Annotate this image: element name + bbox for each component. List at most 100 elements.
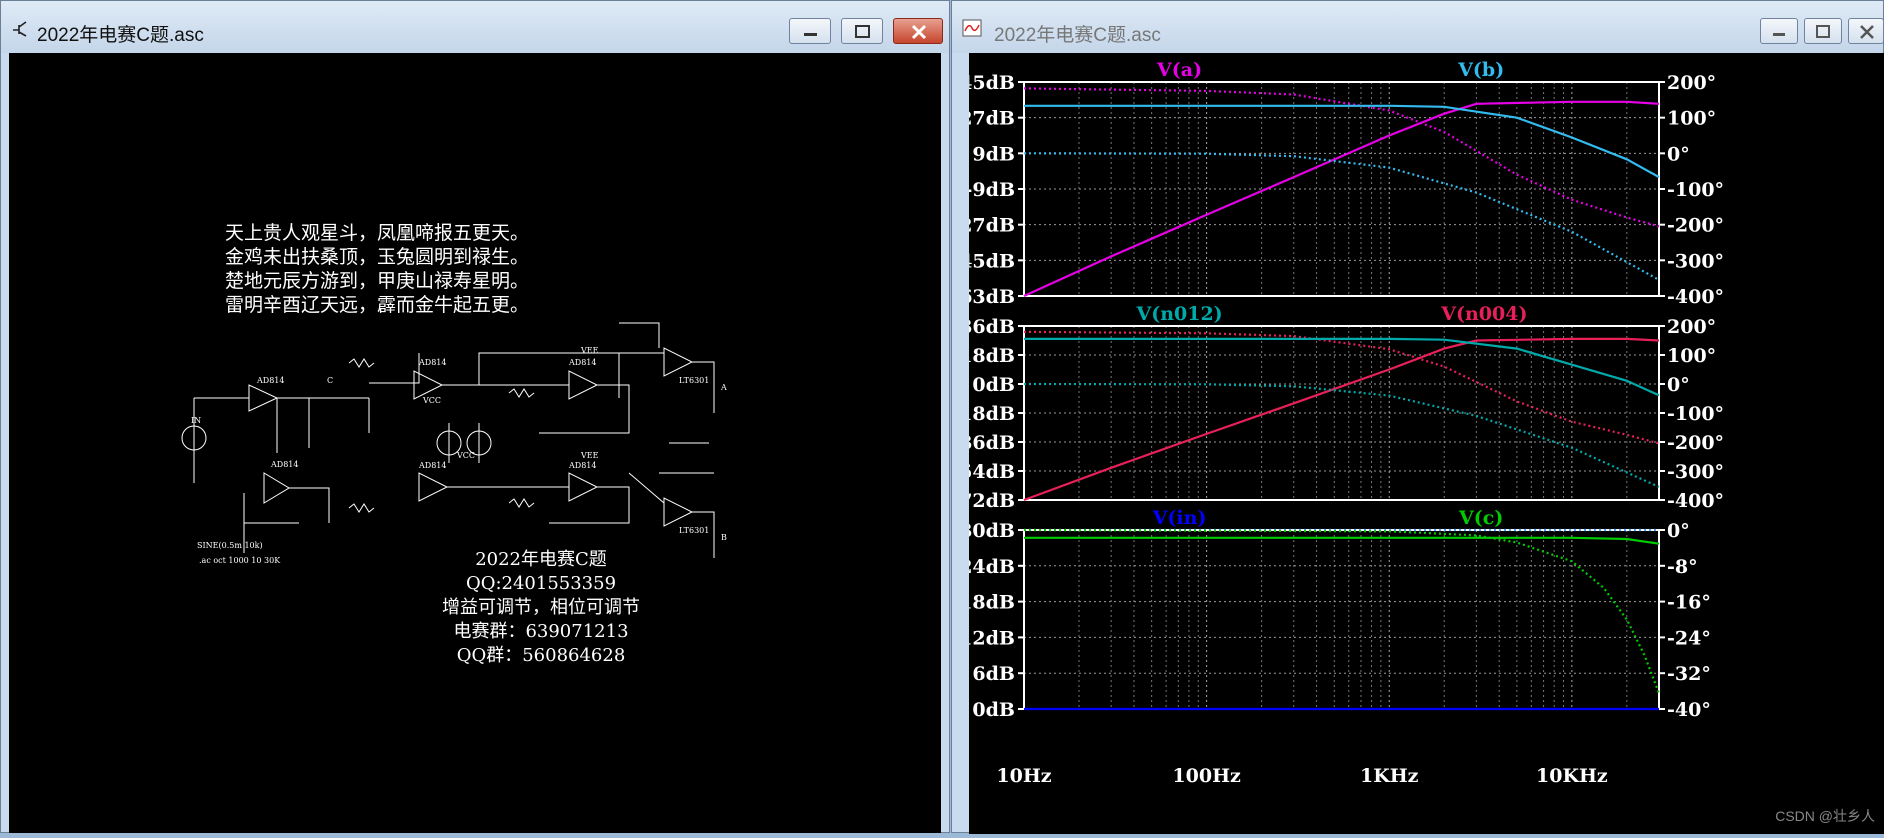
waveform-plot-area[interactable]: 45dB 200° 27dB 100° 9dB 0° -9dB -100° -27dB -200°…	[951, 53, 1884, 834]
bode-plots: 45dB 200° 27dB 100° 9dB 0° -9dB -100° -27dB -200°…	[951, 59, 1724, 787]
svg-text:AD814: AD814	[568, 358, 596, 367]
maximize-icon	[855, 25, 870, 38]
schematic-canvas[interactable]: 天上贵人观星斗，凤凰啼报五更天。 金鸡未出扶桑顶，玉兔圆明到禄生。 楚地元辰方游…	[9, 53, 941, 833]
series-legend: V(n004)	[1440, 303, 1527, 325]
series-legend: V(b)	[1457, 59, 1504, 81]
schematic-drawing: 天上贵人观星斗，凤凰啼报五更天。 金鸡未出扶桑顶，玉兔圆明到禄生。 楚地元辰方游…	[181, 222, 727, 666]
y-tick-label: -54dB	[969, 461, 1015, 483]
poem-line: 天上贵人观星斗，凤凰啼报五更天。	[225, 222, 529, 244]
y-tick-label: -72dB	[969, 490, 1015, 512]
schematic-app-icon	[13, 21, 27, 37]
y2-tick-label: -300°	[1667, 461, 1724, 483]
y2-tick-label: -24°	[1667, 627, 1711, 649]
y-tick-label: 18dB	[969, 345, 1015, 367]
maximize-button[interactable]	[1804, 18, 1842, 44]
note-line: 电赛群：639071213	[453, 621, 628, 642]
y2-tick-label: -100°	[1667, 179, 1724, 201]
y-tick-label: 18dB	[969, 592, 1015, 614]
waveform-title: 2022年电赛C题.asc	[994, 25, 1161, 46]
svg-text:AD814: AD814	[418, 358, 446, 367]
y2-tick-label: -400°	[1667, 286, 1724, 308]
y2-tick-label: -100°	[1667, 403, 1724, 425]
y-tick-label: 27dB	[969, 108, 1015, 130]
y2-tick-label: -40°	[1667, 699, 1711, 721]
maximize-button[interactable]	[841, 18, 883, 44]
y2-tick-label: 0°	[1667, 520, 1690, 542]
schematic-labels: AD814 AD814 AD814 AD814 AD814 AD814 LT63…	[191, 346, 727, 565]
waveform-titlebar[interactable]: 2022年电赛C题.asc	[952, 1, 1884, 53]
note-line: QQ群：560864628	[457, 645, 626, 666]
note-line: QQ:2401553359	[466, 573, 616, 594]
y2-tick-label: 100°	[1667, 345, 1716, 367]
maximize-icon	[1816, 25, 1830, 38]
y-tick-label: 9dB	[972, 143, 1015, 165]
y-tick-label: -63dB	[969, 286, 1015, 308]
series-legend: V(a)	[1156, 59, 1202, 81]
y2-tick-label: -200°	[1667, 215, 1724, 237]
y2-tick-label: -16°	[1667, 592, 1711, 614]
series-legend: V(in)	[1152, 507, 1207, 529]
y2-tick-label: -200°	[1667, 432, 1724, 454]
y-tick-label: 6dB	[972, 663, 1015, 685]
x-tick-label: 1KHz	[1360, 765, 1419, 787]
y-tick-label: 0dB	[972, 374, 1015, 396]
waveform-window: 2022年电赛C题.asc 45dB 200° 27dB 100° 9dB 0° -9dB -…	[951, 0, 1884, 834]
y-tick-label: 0dB	[972, 699, 1015, 721]
series-legend: V(n012)	[1135, 303, 1222, 325]
y-tick-label: 36dB	[969, 316, 1015, 338]
schematic-titlebar[interactable]: 2022年电赛C题.asc	[1, 1, 949, 53]
minimize-icon	[804, 33, 817, 36]
y2-tick-label: 100°	[1667, 108, 1716, 130]
waveform-app-icon	[962, 19, 982, 37]
poem-line: 金鸡未出扶桑顶，玉兔圆明到禄生。	[225, 246, 529, 268]
y-tick-label: -18dB	[969, 403, 1015, 425]
svg-text:VCC: VCC	[456, 451, 475, 460]
minimize-icon	[1773, 33, 1785, 36]
close-icon	[911, 24, 927, 40]
poem-block: 天上贵人观星斗，凤凰啼报五更天。 金鸡未出扶桑顶，玉兔圆明到禄生。 楚地元辰方游…	[225, 222, 529, 316]
y2-tick-label: 0°	[1667, 374, 1690, 396]
close-icon	[1860, 25, 1874, 39]
y-tick-label: 30dB	[969, 520, 1015, 542]
svg-text:A: A	[720, 383, 727, 392]
svg-text:VCC: VCC	[422, 396, 441, 405]
svg-text:B: B	[721, 533, 727, 542]
notes-block: 2022年电赛C题 QQ:2401553359 增益可调节，相位可调节 电赛群：…	[442, 549, 640, 666]
series-legend: V(c)	[1458, 507, 1503, 529]
note-line: 2022年电赛C题	[475, 549, 607, 570]
y-tick-label: -45dB	[969, 250, 1015, 272]
svg-text:AD814: AD814	[256, 376, 284, 385]
y2-tick-label: 200°	[1667, 316, 1716, 338]
minimize-button[interactable]	[789, 18, 831, 44]
x-tick-label: 100Hz	[1172, 765, 1241, 787]
trace-solid	[1024, 104, 1660, 179]
svg-text:C: C	[327, 376, 333, 385]
y-tick-label: 12dB	[969, 627, 1015, 649]
svg-text:AD814: AD814	[568, 461, 596, 470]
svg-text:SINE(0.5m 10k): SINE(0.5m 10k)	[197, 541, 263, 550]
x-tick-label: 10KHz	[1536, 765, 1608, 787]
y2-tick-label: -8°	[1667, 556, 1698, 578]
watermark: CSDN @壮乡人	[1775, 808, 1875, 824]
poem-line: 雷明辛酉辽天远，霹而金牛起五更。	[225, 294, 529, 316]
svg-text:IN: IN	[191, 416, 201, 425]
close-button[interactable]	[893, 18, 943, 44]
close-button[interactable]	[1848, 18, 1884, 44]
svg-text:.ac oct 1000 10 30K: .ac oct 1000 10 30K	[199, 556, 281, 565]
schematic-title: 2022年电赛C题.asc	[37, 25, 204, 46]
svg-text:AD814: AD814	[418, 461, 446, 470]
minimize-button[interactable]	[1760, 18, 1798, 44]
y-tick-label: -27dB	[969, 215, 1015, 237]
y-tick-label: -9dB	[969, 179, 1015, 201]
circuit-wires	[181, 322, 715, 558]
schematic-window: 2022年电赛C题.asc 天上贵人观星斗，凤凰啼报五更天。 金鸡未出扶桑顶，玉…	[0, 0, 950, 833]
y2-tick-label: 200°	[1667, 72, 1716, 94]
svg-text:VEE: VEE	[580, 451, 599, 460]
x-tick-label: 10Hz	[996, 765, 1051, 787]
svg-text:LT6301: LT6301	[679, 376, 709, 385]
svg-text:AD814: AD814	[270, 460, 298, 469]
poem-line: 楚地元辰方游到，甲庚山禄寿星明。	[225, 270, 529, 292]
y2-tick-label: -300°	[1667, 250, 1724, 272]
y-tick-label: 45dB	[969, 72, 1015, 94]
note-line: 增益可调节，相位可调节	[442, 597, 640, 618]
